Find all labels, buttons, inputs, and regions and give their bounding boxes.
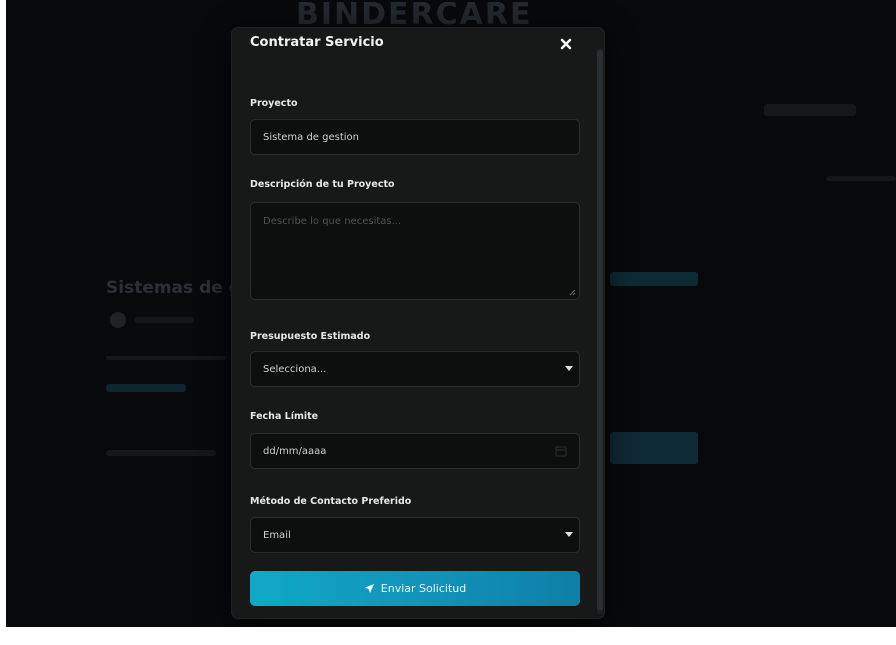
contact-method-selected: Email: [263, 529, 291, 541]
submit-request-button[interactable]: Enviar Solicitud: [250, 571, 580, 606]
deadline-label: Fecha Límite: [250, 411, 319, 422]
background-nav-link: [764, 104, 856, 116]
background-button: [610, 432, 698, 464]
background-text-line: [106, 356, 226, 360]
project-input[interactable]: Sistema de gestion: [250, 119, 580, 155]
budget-label: Presupuesto Estimado: [250, 331, 371, 342]
background-button: [610, 272, 698, 286]
budget-select[interactable]: Selecciona...: [250, 351, 580, 387]
submit-label: Enviar Solicitud: [380, 582, 467, 595]
project-label: Proyecto: [250, 98, 298, 109]
background-logo: BINDERCARE: [296, 2, 533, 28]
description-label: Descripción de tu Proyecto: [250, 179, 395, 190]
hire-service-modal: Contratar Servicio Proyecto Sistema de g…: [232, 28, 604, 618]
scrollbar-thumb[interactable]: [597, 50, 603, 610]
project-value: Sistema de gestion: [263, 131, 360, 143]
background-section-title: Sistemas de g: [106, 278, 241, 298]
modal-title: Contratar Servicio: [250, 35, 384, 50]
background-avatar: [110, 312, 126, 328]
description-textarea[interactable]: Describe lo que necesitas...: [250, 202, 580, 300]
send-icon: [364, 583, 374, 594]
modal-scrollbar[interactable]: [597, 48, 603, 614]
background-text-line: [134, 317, 194, 323]
background-divider: [826, 176, 896, 181]
app-screen: BINDERCARE Sistemas de g Contratar Servi…: [6, 0, 896, 627]
description-placeholder: Describe lo que necesitas...: [263, 216, 402, 227]
calendar-icon[interactable]: [555, 445, 567, 457]
background-link: [106, 384, 186, 392]
close-icon: [560, 38, 572, 50]
chevron-down-icon: [565, 532, 573, 537]
chevron-down-icon: [565, 366, 573, 371]
background-text-line: [106, 450, 216, 456]
deadline-placeholder: dd/mm/aaaa: [263, 445, 327, 457]
close-button[interactable]: [554, 32, 578, 56]
resize-grip-icon[interactable]: [568, 288, 576, 296]
deadline-date-input[interactable]: dd/mm/aaaa: [250, 433, 580, 469]
contact-method-select[interactable]: Email: [250, 517, 580, 553]
contact-method-label: Método de Contacto Preferido: [250, 496, 412, 507]
budget-selected: Selecciona...: [263, 363, 327, 375]
